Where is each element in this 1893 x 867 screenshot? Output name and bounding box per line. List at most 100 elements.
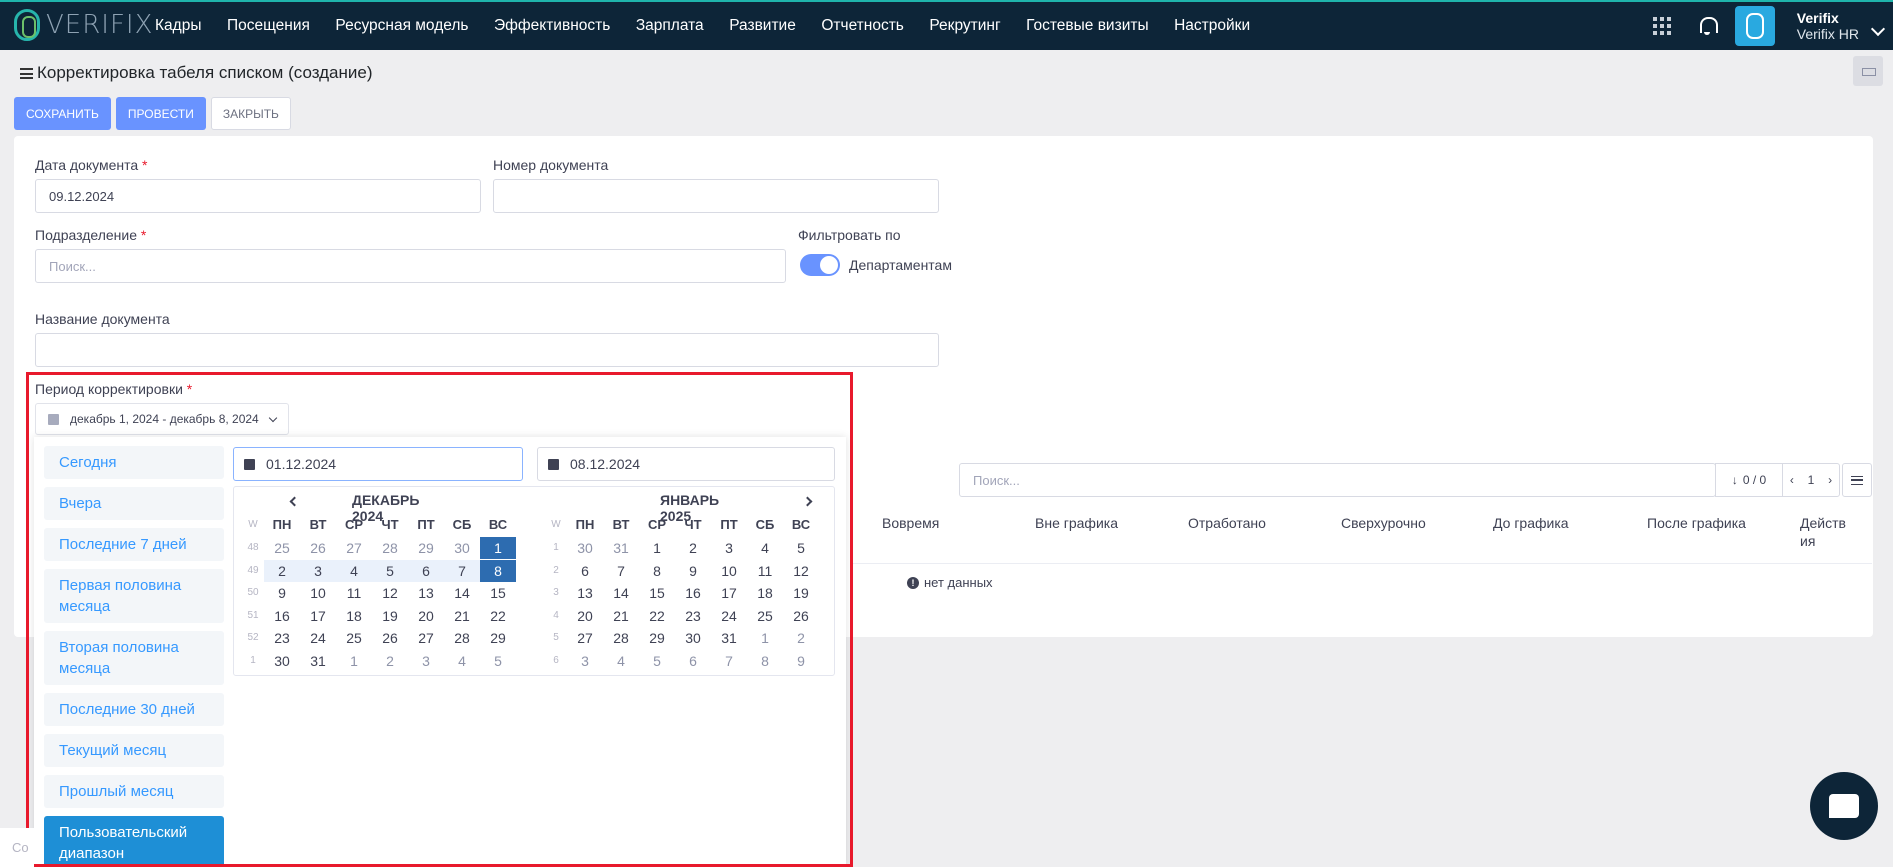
range-current-month[interactable]: Текущий месяц [44,734,224,767]
day-cell[interactable]: 5 [480,650,516,672]
day-cell[interactable]: 14 [603,582,639,604]
nav-item-reports[interactable]: Отчетность [821,17,904,35]
day-cell[interactable]: 8 [747,650,783,672]
post-button[interactable]: ПРОВЕСТИ [115,97,206,130]
day-cell[interactable]: 8 [480,559,516,582]
day-cell[interactable]: 22 [480,605,516,627]
nav-item-efficiency[interactable]: Эффективность [494,17,610,35]
day-cell[interactable]: 23 [264,627,300,649]
nav-item-kadry[interactable]: Кадры [155,17,201,35]
range-first-half-month[interactable]: Первая половина месяца [44,569,224,623]
day-cell[interactable]: 3 [567,650,603,672]
day-cell[interactable]: 28 [444,627,480,649]
doc-name-field[interactable] [35,333,939,367]
day-cell[interactable]: 4 [747,537,783,559]
day-cell[interactable]: 1 [336,650,372,672]
day-cell[interactable]: 10 [711,560,747,582]
day-cell[interactable]: 27 [567,627,603,649]
day-cell[interactable]: 18 [747,582,783,604]
doc-date-field[interactable]: 09.12.2024 [35,179,481,213]
save-button[interactable]: СОХРАНИТЬ [14,97,111,130]
department-filter-toggle[interactable] [800,254,840,276]
day-cell[interactable]: 8 [639,560,675,582]
day-cell[interactable]: 28 [372,537,408,559]
column-header-worked[interactable]: Отработано [1188,514,1266,532]
range-second-half-month[interactable]: Вторая половина месяца [44,631,224,685]
day-cell[interactable]: 17 [300,605,336,627]
day-cell[interactable]: 18 [336,605,372,627]
avatar[interactable] [1734,6,1775,46]
doc-number-field[interactable] [493,179,939,213]
day-cell[interactable]: 4 [603,650,639,672]
next-page-icon[interactable]: › [1828,473,1832,487]
day-cell[interactable]: 6 [675,650,711,672]
nav-item-attendance[interactable]: Посещения [227,17,310,35]
row-counter[interactable]: ↓ 0 / 0 [1715,463,1783,497]
day-cell[interactable]: 1 [480,537,516,559]
division-search-input[interactable]: Поиск... [35,249,786,283]
day-cell[interactable]: 31 [711,627,747,649]
day-cell[interactable]: 28 [603,627,639,649]
day-cell[interactable]: 29 [408,537,444,559]
keyboard-shortcuts-button[interactable] [1853,56,1883,86]
logo[interactable]: VERIFIX [14,9,153,41]
day-cell[interactable]: 30 [567,537,603,559]
hamburger-icon[interactable] [20,67,33,79]
period-dropdown[interactable]: декабрь 1, 2024 - декабрь 8, 2024 [35,403,289,435]
day-cell[interactable]: 24 [300,627,336,649]
range-last-month[interactable]: Прошлый месяц [44,775,224,808]
chat-button[interactable] [1810,772,1878,840]
day-cell[interactable]: 7 [444,559,480,582]
column-header-before-schedule[interactable]: До графика [1493,514,1569,532]
day-cell[interactable]: 16 [264,605,300,627]
day-cell[interactable]: 21 [444,605,480,627]
nav-item-guest-visits[interactable]: Гостевые визиты [1026,17,1148,35]
day-cell[interactable]: 21 [603,605,639,627]
day-cell[interactable]: 3 [408,650,444,672]
day-cell[interactable]: 13 [408,582,444,604]
day-cell[interactable]: 6 [567,560,603,582]
column-menu-button[interactable] [1842,463,1872,497]
nav-item-settings[interactable]: Настройки [1174,17,1250,35]
day-cell[interactable]: 12 [372,582,408,604]
day-cell[interactable]: 5 [783,537,819,559]
day-cell[interactable]: 3 [711,537,747,559]
range-last-30-days[interactable]: Последние 30 дней [44,693,224,726]
day-cell[interactable]: 5 [639,650,675,672]
day-cell[interactable]: 4 [336,559,372,582]
column-header-actions[interactable]: Действия [1800,514,1852,550]
day-cell[interactable]: 1 [747,627,783,649]
day-cell[interactable]: 25 [264,537,300,559]
day-cell[interactable]: 29 [480,627,516,649]
day-cell[interactable]: 26 [783,605,819,627]
day-cell[interactable]: 20 [408,605,444,627]
column-header-off-schedule[interactable]: Вне графика [1035,514,1118,532]
day-cell[interactable]: 7 [603,560,639,582]
day-cell[interactable]: 1 [639,537,675,559]
end-date-input[interactable]: 08.12.2024 [537,447,835,481]
day-cell[interactable]: 15 [480,582,516,604]
day-cell[interactable]: 12 [783,560,819,582]
day-cell[interactable]: 2 [372,650,408,672]
range-today[interactable]: Сегодня [44,446,224,479]
day-cell[interactable]: 14 [444,582,480,604]
day-cell[interactable]: 11 [747,560,783,582]
apps-grid-icon[interactable] [1652,17,1671,35]
day-cell[interactable]: 17 [711,582,747,604]
day-cell[interactable]: 3 [300,559,336,582]
range-last-7-days[interactable]: Последние 7 дней [44,528,224,561]
column-header-overtime[interactable]: Сверхурочно [1341,514,1426,532]
day-cell[interactable]: 23 [675,605,711,627]
day-cell[interactable]: 6 [408,559,444,582]
day-cell[interactable]: 27 [408,627,444,649]
day-cell[interactable]: 5 [372,559,408,582]
day-cell[interactable]: 25 [336,627,372,649]
range-custom[interactable]: Пользовательский диапазон [44,816,224,867]
day-cell[interactable]: 2 [264,559,300,582]
day-cell[interactable]: 10 [300,582,336,604]
user-menu[interactable]: Verifix Verifix HR [1797,10,1859,42]
day-cell[interactable]: 30 [264,650,300,672]
day-cell[interactable]: 9 [783,650,819,672]
bell-icon[interactable] [1699,17,1718,35]
day-cell[interactable]: 13 [567,582,603,604]
